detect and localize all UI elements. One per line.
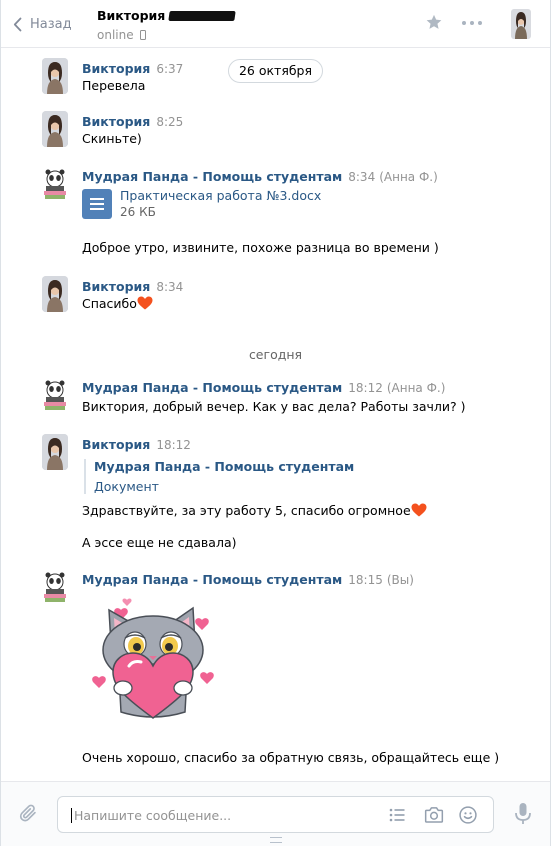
message-text: Спасибо [82, 296, 137, 311]
message-time[interactable]: 6:37 [156, 62, 183, 76]
message-item: Виктория 8:25 Скиньте) [1, 106, 550, 156]
heart-emoji-icon [411, 503, 427, 517]
message-author[interactable]: Виктория [82, 61, 150, 76]
document-name[interactable]: Практическая работа №3.docx [120, 188, 321, 203]
message-item: Мудрая Панда - Помощь студентам 18:12 (Анн… [1, 372, 550, 422]
date-separator: сегодня [248, 347, 303, 362]
message-author[interactable]: Виктория [82, 437, 150, 452]
message-item: Виктория 18:12 Мудрая Панда - Помощь студ… [1, 429, 550, 559]
message-time[interactable]: 18:15 [348, 573, 383, 587]
message-text: Очень хорошо, спасибо за обратную связь,… [82, 750, 500, 765]
message-text: Здравствуйте, за эту работу 5, спасибо о… [82, 503, 411, 518]
avatar[interactable] [42, 58, 68, 94]
avatar[interactable] [42, 111, 68, 147]
forwarded-message[interactable]: Мудрая Панда - Помощь студентам Документ [84, 459, 384, 494]
avatar[interactable] [42, 569, 68, 605]
message-author[interactable]: Виктория [82, 114, 150, 129]
message-time[interactable]: 8:34 [348, 170, 375, 184]
message-time[interactable]: 18:12 [156, 438, 191, 452]
avatar[interactable] [42, 434, 68, 470]
more-icon[interactable] [462, 21, 482, 25]
message-author[interactable]: Мудрая Панда - Помощь студентам [82, 169, 342, 184]
peer-name: Виктория [97, 8, 166, 23]
message-input[interactable]: Напишите сообщение... [57, 796, 494, 833]
avatar[interactable] [42, 166, 68, 202]
back-button[interactable]: Назад [13, 14, 72, 34]
sender-note: (Анна Ф.) [379, 170, 438, 184]
chat-window: Назад Виктория online Виктория 6:37 26 ок… [0, 0, 551, 846]
avatar[interactable] [42, 276, 68, 312]
text-caret [71, 808, 72, 823]
message-text-wrap: Спасибо [82, 296, 153, 311]
message-text: Перевела [82, 78, 146, 93]
message-text: Доброе утро, извините, похоже разница во… [82, 240, 439, 255]
phone-icon [139, 30, 146, 40]
paperclip-icon[interactable] [18, 803, 40, 825]
list-icon[interactable] [388, 806, 406, 824]
message-time[interactable]: 8:34 [156, 280, 183, 294]
back-label: Назад [30, 16, 72, 32]
message-text: Скиньте) [82, 131, 142, 146]
peer-info[interactable]: Виктория online [97, 8, 237, 42]
message-item: Виктория 8:34 Спасибо [1, 271, 550, 321]
message-time[interactable]: 18:12 [348, 381, 383, 395]
camera-icon[interactable] [424, 805, 444, 824]
forwarded-document-link[interactable]: Документ [94, 479, 384, 494]
message-text-wrap: Здравствуйте, за эту работу 5, спасибо о… [82, 503, 427, 518]
message-text: А эссе еще не сдавала) [82, 535, 237, 550]
message-item: Мудрая Панда - Помощь студентам 8:34 (Анна… [1, 161, 550, 261]
sender-note: (Анна Ф.) [386, 381, 446, 395]
forwarded-author[interactable]: Мудрая Панда - Помощь студентам [94, 459, 384, 474]
date-pill[interactable]: 26 октября [228, 59, 323, 83]
microphone-icon[interactable] [514, 802, 532, 826]
redacted-surname [168, 10, 237, 21]
chat-header: Назад Виктория online [1, 0, 550, 48]
sender-note: (Вы) [386, 573, 414, 587]
document-icon [82, 189, 112, 219]
chevron-left-icon [13, 17, 22, 31]
document-size: 26 КБ [120, 205, 156, 219]
message-author[interactable]: Виктория [82, 279, 150, 294]
message-time[interactable]: 8:25 [156, 115, 183, 129]
heart-emoji-icon [137, 296, 153, 310]
peer-status: online [97, 28, 134, 42]
message-author[interactable]: Мудрая Панда - Помощь студентам [82, 380, 342, 395]
cat-heart-sticker[interactable] [89, 596, 221, 724]
smile-icon[interactable] [458, 805, 478, 825]
message-item: Виктория 6:37 26 октября Перевела [1, 53, 550, 103]
message-input-placeholder: Напишите сообщение... [74, 808, 232, 823]
message-text: Виктория, добрый вечер. Как у вас дела? … [82, 399, 466, 414]
star-icon[interactable] [425, 13, 443, 31]
message-item: Мудрая Панда - Помощь студентам 18:15 (Вы) [1, 564, 550, 774]
peer-avatar[interactable] [511, 9, 531, 39]
message-composer: Напишите сообщение... [1, 781, 550, 846]
resize-grip[interactable] [270, 837, 282, 843]
message-history[interactable]: Виктория 6:37 26 октября Перевела Виктори… [1, 49, 550, 780]
message-author[interactable]: Мудрая Панда - Помощь студентам [82, 572, 342, 587]
avatar[interactable] [42, 377, 68, 413]
